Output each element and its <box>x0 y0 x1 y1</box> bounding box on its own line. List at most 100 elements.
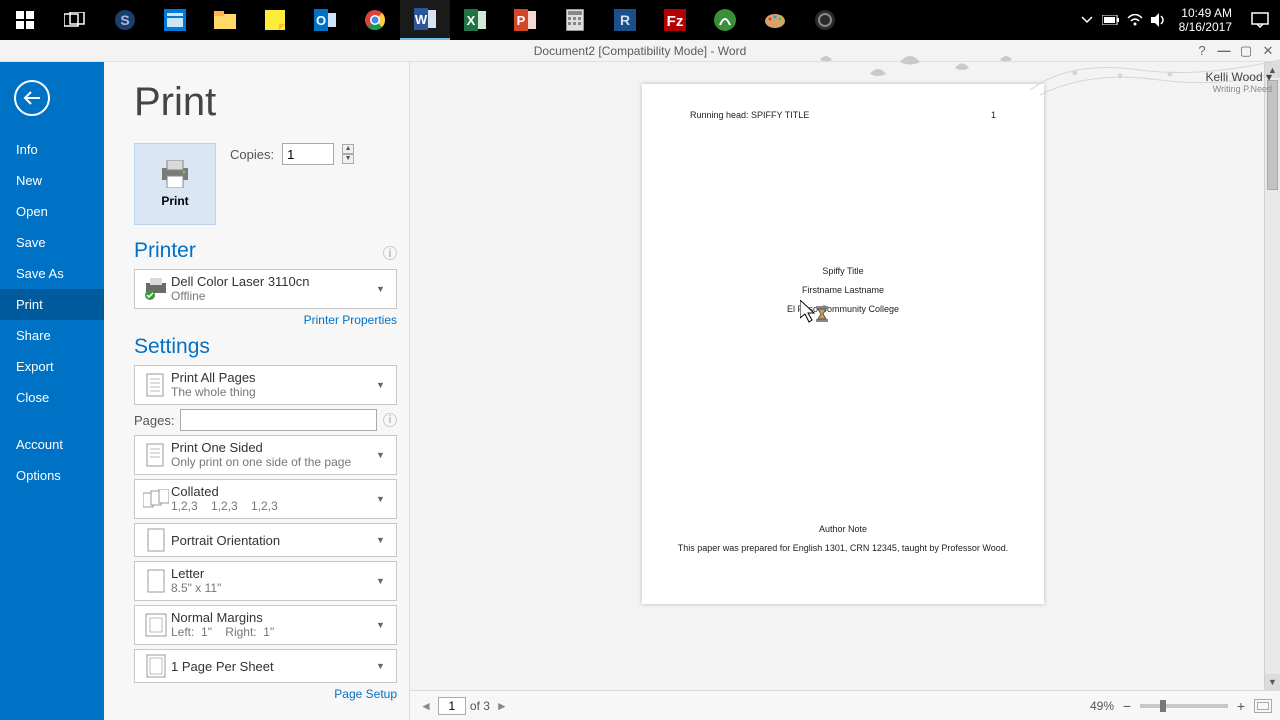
green-app-icon[interactable] <box>700 0 750 40</box>
chevron-down-icon: ▼ <box>376 284 390 294</box>
close-icon[interactable]: ✕ <box>1260 43 1276 59</box>
zoom-slider[interactable] <box>1140 704 1228 708</box>
print-range-dropdown[interactable]: Print All PagesThe whole thing ▼ <box>134 365 397 405</box>
printer-status-icon <box>141 278 171 300</box>
sidebar-item-account[interactable]: Account <box>0 429 104 460</box>
print-preview: Running head: SPIFFY TITLE 1 Spiffy Titl… <box>410 62 1280 720</box>
preview-page: Running head: SPIFFY TITLE 1 Spiffy Titl… <box>642 84 1044 604</box>
restore-icon[interactable]: ▢ <box>1238 43 1254 59</box>
copies-input[interactable] <box>282 143 334 165</box>
svg-text:W: W <box>415 12 428 27</box>
print-settings-panel: Print Print Copies: ▲▼ Printer i <box>104 62 410 720</box>
filezilla-icon[interactable]: Fz <box>650 0 700 40</box>
volume-icon[interactable] <box>1147 13 1171 27</box>
windows-taskbar: S O W X P R Fz <box>0 0 1280 40</box>
svg-text:S: S <box>120 12 129 28</box>
doc-author: Firstname Lastname <box>642 281 1044 300</box>
minimize-icon[interactable]: — <box>1216 43 1232 58</box>
revit-icon[interactable]: R <box>600 0 650 40</box>
edge-icon[interactable] <box>150 0 200 40</box>
clock[interactable]: 10:49 AM 8/16/2017 <box>1179 6 1232 34</box>
document-title: Document2 [Compatibility Mode] - Word <box>534 44 747 58</box>
zoom-out-button[interactable]: − <box>1120 698 1134 714</box>
printer-icon <box>158 160 192 188</box>
svg-text:O: O <box>316 13 326 28</box>
battery-icon[interactable] <box>1099 15 1123 25</box>
print-heading: Print <box>134 80 397 125</box>
back-button[interactable] <box>14 80 50 116</box>
scroll-down-icon[interactable]: ▼ <box>1265 674 1280 690</box>
wifi-icon[interactable] <box>1123 14 1147 26</box>
sidebar-item-print[interactable]: Print <box>0 289 104 320</box>
powerpoint-icon[interactable]: P <box>500 0 550 40</box>
pages-per-sheet-dropdown[interactable]: 1 Page Per Sheet ▼ <box>134 649 397 683</box>
clock-date: 8/16/2017 <box>1179 20 1232 34</box>
backstage-view: Kelli Wood ▾ Writing P.Need Info New Ope… <box>0 62 1280 720</box>
sticky-notes-icon[interactable] <box>250 0 300 40</box>
svg-text:P: P <box>517 13 526 28</box>
outlook-icon[interactable]: O <box>300 0 350 40</box>
sidebar-item-save[interactable]: Save <box>0 227 104 258</box>
paint-icon[interactable] <box>750 0 800 40</box>
pages-label: Pages: <box>134 413 174 428</box>
pages-icon <box>141 373 171 397</box>
printer-properties-link[interactable]: Printer Properties <box>134 313 397 327</box>
zoom-to-page-button[interactable] <box>1254 699 1272 713</box>
copies-label: Copies: <box>230 147 274 162</box>
copies-spinner[interactable]: ▲▼ <box>342 144 354 164</box>
running-head: Running head: SPIFFY TITLE <box>690 110 809 120</box>
excel-icon[interactable]: X <box>450 0 500 40</box>
zoom-in-button[interactable]: + <box>1234 698 1248 714</box>
backstage-sidebar: Info New Open Save Save As Print Share E… <box>0 62 104 720</box>
sidebar-item-options[interactable]: Options <box>0 460 104 491</box>
current-page-input[interactable] <box>438 697 466 715</box>
help-icon[interactable]: ? <box>1194 43 1210 58</box>
sides-dropdown[interactable]: Print One SidedOnly print on one side of… <box>134 435 397 475</box>
clock-time: 10:49 AM <box>1179 6 1232 20</box>
sidebar-item-open[interactable]: Open <box>0 196 104 227</box>
orientation-dropdown[interactable]: Portrait Orientation ▼ <box>134 523 397 557</box>
print-button[interactable]: Print <box>134 143 216 225</box>
sidebar-item-close[interactable]: Close <box>0 382 104 413</box>
pages-input[interactable] <box>180 409 377 431</box>
scroll-thumb[interactable] <box>1267 80 1278 190</box>
zoom-value: 49% <box>1090 699 1114 713</box>
page-number: 1 <box>991 110 996 120</box>
doc-school: El Paso Community College <box>642 300 1044 319</box>
file-explorer-icon[interactable] <box>200 0 250 40</box>
action-center-icon[interactable] <box>1246 6 1274 34</box>
sidebar-item-save-as[interactable]: Save As <box>0 258 104 289</box>
author-note-heading: Author Note <box>642 520 1044 539</box>
obs-icon[interactable] <box>800 0 850 40</box>
tray-chevron-icon[interactable] <box>1075 16 1099 24</box>
signed-in-user[interactable]: Kelli Wood ▾ Writing P.Need <box>1206 70 1273 94</box>
chrome-icon[interactable] <box>350 0 400 40</box>
preview-scrollbar[interactable]: ▲ ▼ <box>1264 62 1280 690</box>
printer-dropdown[interactable]: Dell Color Laser 3110cn Offline ▼ <box>134 269 397 309</box>
total-pages: of 3 <box>470 699 490 713</box>
margins-dropdown[interactable]: Normal MarginsLeft: 1" Right: 1" ▼ <box>134 605 397 645</box>
skype-icon[interactable]: S <box>100 0 150 40</box>
page-setup-link[interactable]: Page Setup <box>134 687 397 701</box>
sidebar-item-export[interactable]: Export <box>0 351 104 382</box>
next-page-button[interactable]: ► <box>494 699 510 713</box>
sidebar-item-share[interactable]: Share <box>0 320 104 351</box>
sidebar-item-new[interactable]: New <box>0 165 104 196</box>
printer-info-icon[interactable]: i <box>383 246 397 260</box>
printer-heading: Printer <box>134 239 196 263</box>
word-titlebar: Document2 [Compatibility Mode] - Word ? … <box>0 40 1280 62</box>
task-view-icon[interactable] <box>50 0 100 40</box>
calculator-icon[interactable] <box>550 0 600 40</box>
prev-page-button[interactable]: ◄ <box>418 699 434 713</box>
doc-title: Spiffy Title <box>642 262 1044 281</box>
svg-text:X: X <box>467 13 476 28</box>
author-note-body: This paper was prepared for English 1301… <box>642 539 1044 558</box>
collate-dropdown[interactable]: Collated1,2,3 1,2,3 1,2,3 ▼ <box>134 479 397 519</box>
svg-text:Fz: Fz <box>667 13 684 30</box>
start-button[interactable] <box>0 0 50 40</box>
sidebar-item-info[interactable]: Info <box>0 134 104 165</box>
word-icon[interactable]: W <box>400 0 450 40</box>
preview-footer: ◄ of 3 ► 49% − + <box>410 690 1280 720</box>
pages-info-icon[interactable]: i <box>383 413 397 427</box>
paper-size-dropdown[interactable]: Letter8.5" x 11" ▼ <box>134 561 397 601</box>
